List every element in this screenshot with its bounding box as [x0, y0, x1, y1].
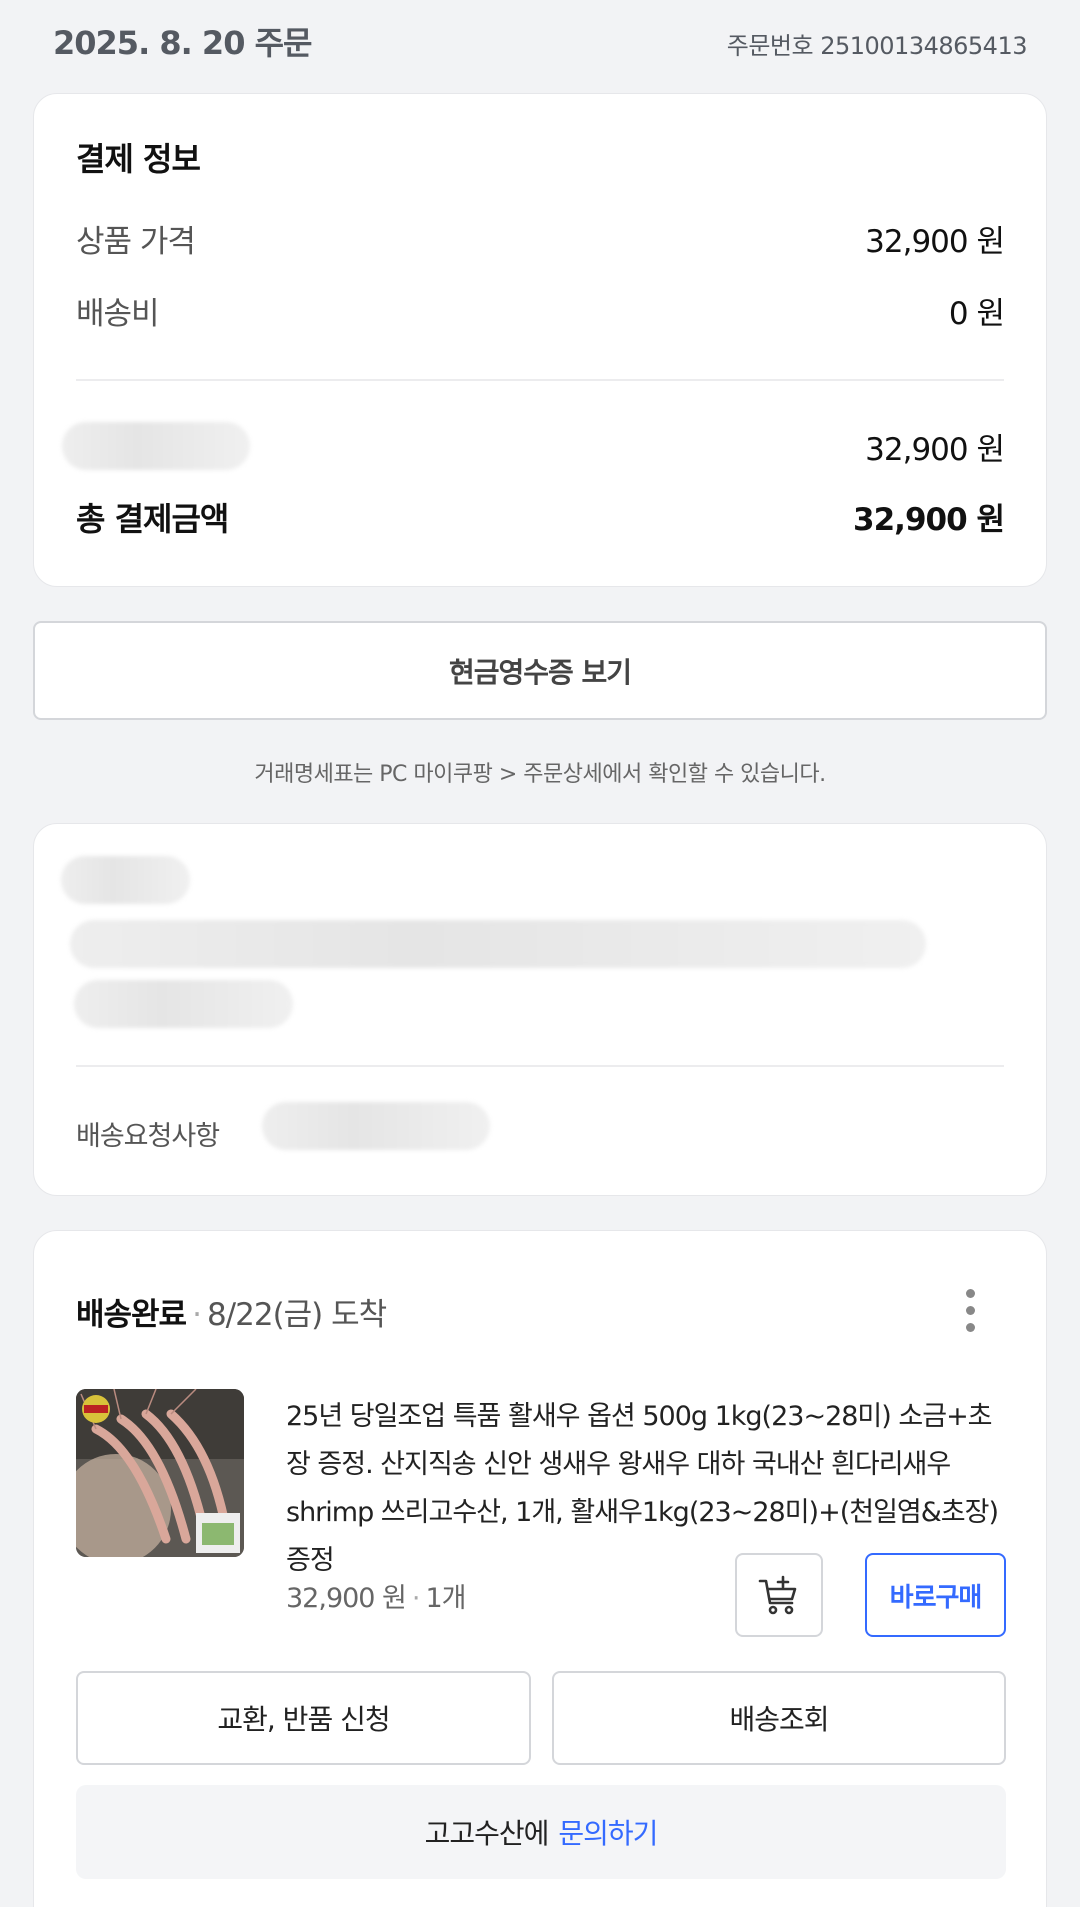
product-image[interactable]: [76, 1389, 244, 1557]
payment-method-value: 32,900 원: [865, 432, 1005, 468]
phone-redacted: [74, 980, 293, 1028]
total-payment-label: 총 결제금액: [76, 500, 229, 538]
delivery-request-redacted: [262, 1102, 490, 1150]
shipment-status: 배송완료: [76, 1297, 187, 1333]
product-price: 32,900 원: [286, 1583, 407, 1614]
delivery-request-label: 배송요청사항: [76, 1121, 220, 1152]
add-to-cart-button[interactable]: [735, 1553, 823, 1637]
item-price-label: 상품 가격: [76, 224, 196, 260]
seller-inquiry-bar: 고고수산에 문의하기: [76, 1785, 1006, 1879]
address-redacted: [70, 920, 926, 968]
transaction-statement-note: 거래명세표는 PC 마이쿠팡 > 주문상세에서 확인할 수 있습니다.: [254, 762, 826, 787]
shipment-card: 배송완료 · 8/22(금) 도착 25년 당일조업 특품 활새우 옵션 500…: [33, 1230, 1047, 1907]
cash-receipt-button[interactable]: 현금영수증 보기: [33, 621, 1047, 720]
seller-name: 고고수산에: [424, 1817, 550, 1850]
arrival-date: 8/22(금) 도착: [206, 1297, 387, 1333]
payment-divider: [76, 379, 1004, 381]
payment-info-card: 결제 정보 상품 가격 32,900 원 배송비 0 원 32,900 원 총 …: [33, 93, 1047, 587]
order-header: 2025. 8. 20 주문 주문번호 25100134865413: [0, 0, 1080, 80]
order-date: 2025. 8. 20 주문: [53, 24, 312, 62]
kebab-menu-icon[interactable]: [964, 1289, 976, 1333]
product-quantity: 1개: [425, 1583, 467, 1614]
shipping-fee-label: 배송비: [76, 296, 160, 332]
add-to-cart-icon: [758, 1575, 797, 1615]
item-price-value: 32,900 원: [865, 224, 1005, 260]
track-delivery-button[interactable]: 배송조회: [552, 1671, 1006, 1765]
product-price-quantity: 32,900 원 · 1개: [286, 1583, 467, 1614]
delivery-divider: [76, 1065, 1004, 1067]
total-payment-value: 32,900 원: [853, 502, 1005, 538]
exchange-return-button[interactable]: 교환, 반품 신청: [76, 1671, 531, 1765]
payment-method-redacted: [62, 422, 250, 470]
inquiry-link[interactable]: 문의하기: [558, 1812, 658, 1852]
buy-now-button[interactable]: 바로구매: [865, 1553, 1006, 1637]
shipment-status-line: 배송완료 · 8/22(금) 도착: [76, 1297, 387, 1333]
recipient-name-redacted: [61, 856, 190, 904]
order-number: 주문번호 25100134865413: [726, 32, 1028, 60]
payment-info-title: 결제 정보: [76, 140, 201, 178]
delivery-address-card: 배송요청사항: [33, 823, 1047, 1196]
shipping-fee-value: 0 원: [948, 296, 1005, 332]
